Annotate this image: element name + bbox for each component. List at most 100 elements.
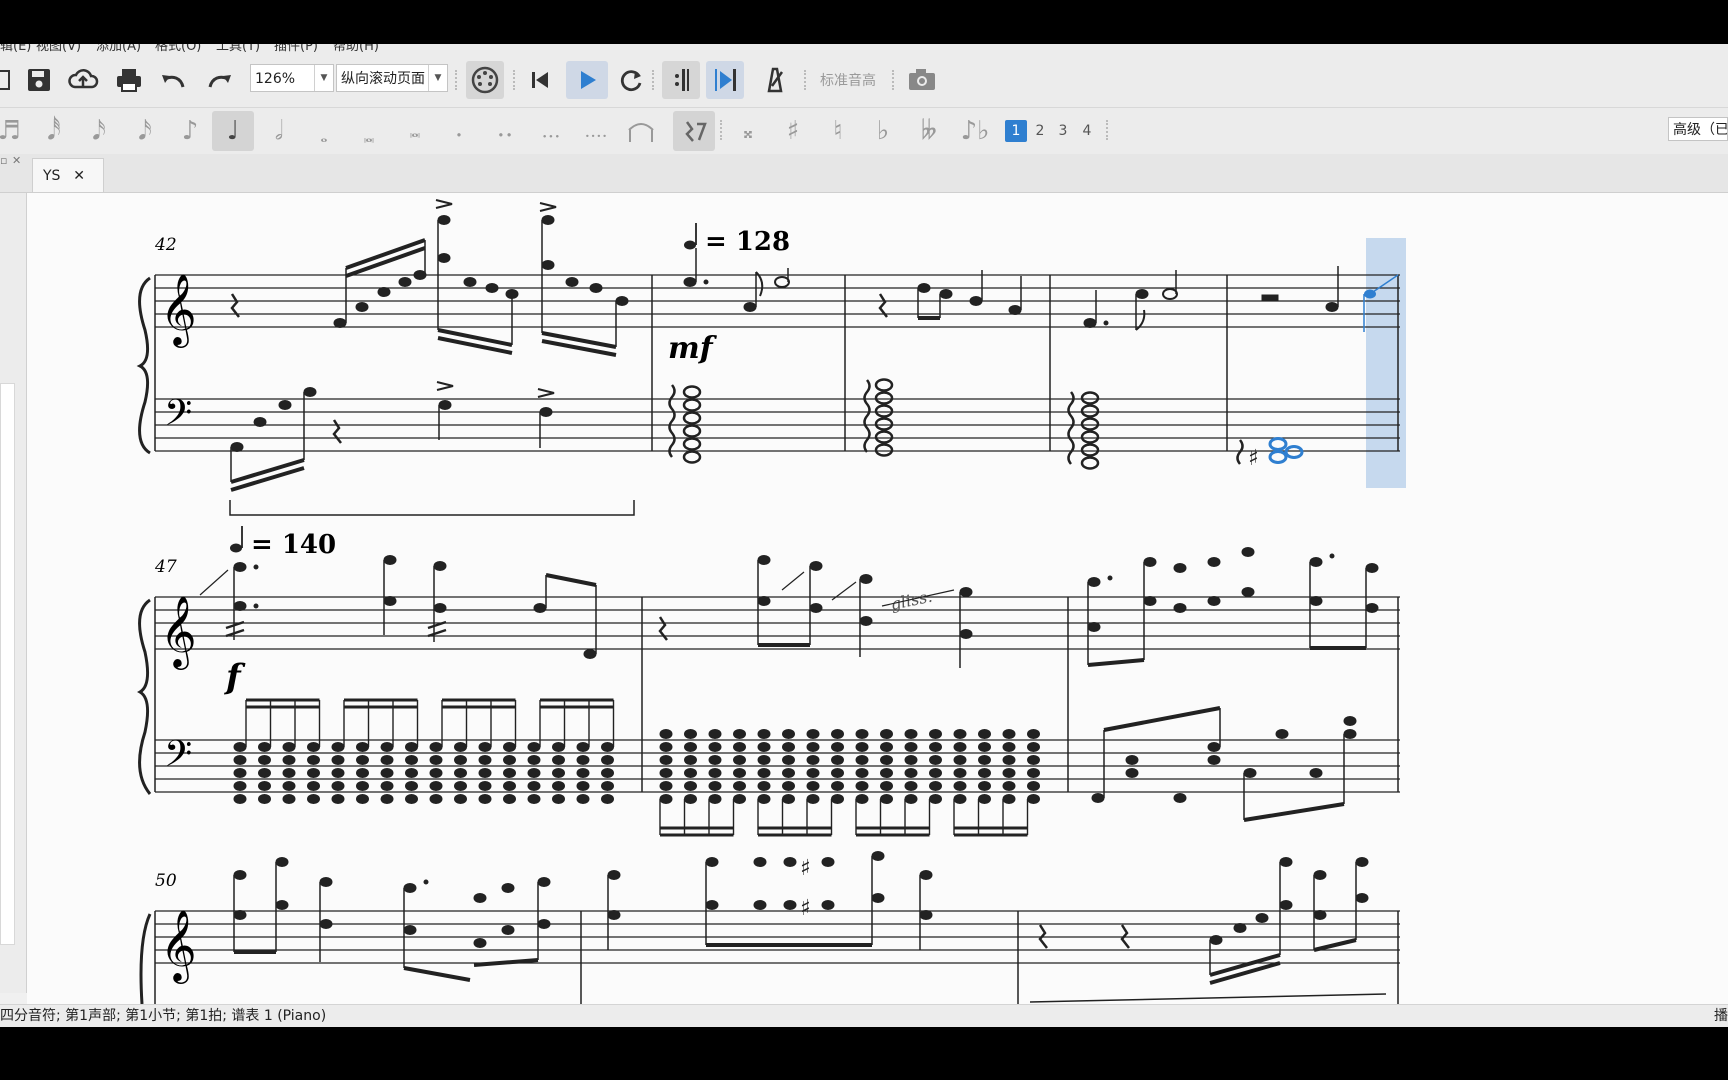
duration-whole-icon[interactable]: 𝅝: [303, 111, 345, 151]
bass-chord-mark: [978, 781, 991, 791]
bass-chord-mark: [880, 794, 893, 804]
barlines: [154, 911, 1399, 1004]
menu-view[interactable]: 视图(V): [36, 44, 81, 53]
duration-16th-icon[interactable]: 𝅘𝅥𝅯: [124, 111, 166, 151]
duration-quarter-icon[interactable]: ♩: [212, 111, 254, 151]
duration-32nd-icon[interactable]: 𝅘𝅥𝅯: [78, 111, 120, 151]
bass-chord-mark: [831, 755, 844, 765]
tempo-marking-128: = 128: [684, 223, 790, 257]
duration-64th-icon[interactable]: 𝅘𝅥𝅰: [33, 111, 75, 151]
duration-half-icon[interactable]: 𝅗𝅥: [258, 111, 300, 151]
palette-float-icon[interactable]: ▫: [0, 154, 7, 167]
dot-icon[interactable]: ·: [438, 111, 480, 151]
bass-chord-mark: [331, 794, 345, 804]
bass-chord-mark: [978, 729, 991, 739]
bass-chord-mark: [831, 794, 844, 804]
menu-help[interactable]: 帮助(H): [333, 44, 379, 53]
duration-longa-icon[interactable]: 𝅜: [394, 111, 436, 151]
rest-icon[interactable]: [673, 111, 715, 151]
undo-icon[interactable]: [155, 61, 193, 99]
quadruple-dot-icon[interactable]: ····: [575, 111, 617, 151]
bass-chord-mark: [953, 729, 967, 739]
bass-chord-mark: [405, 781, 418, 791]
triple-dot-icon[interactable]: ···: [530, 111, 572, 151]
menu-format[interactable]: 格式(O): [155, 44, 201, 53]
double-flat-icon[interactable]: 𝄫: [908, 111, 950, 151]
loop-icon[interactable]: [612, 61, 650, 99]
bass-chord-mark: [659, 781, 673, 791]
print-icon[interactable]: [110, 61, 148, 99]
redo-icon[interactable]: [200, 61, 238, 99]
zoom-combobox[interactable]: 126% ▼: [250, 64, 334, 92]
bass-chord-mark: [307, 742, 320, 752]
bass-chord-mark: [331, 742, 345, 752]
bass-chord-mark: [757, 742, 771, 752]
bass-chord-mark: [953, 755, 967, 765]
bass-chord-mark: [733, 781, 746, 791]
bass-chord-mark: [478, 768, 492, 778]
bass-chord-mark: [782, 794, 795, 804]
score-canvas[interactable]: 42 𝄞 𝄢 = 128 mf ♯ 47 𝄞 𝄢 = 140 f gliss. …: [27, 193, 1728, 1004]
view-mode-combobox[interactable]: 纵向滚动页面 ▼: [336, 64, 448, 92]
bass-chord-mark: [978, 768, 991, 778]
bass-chord-mark: [233, 755, 247, 765]
concert-pitch-button[interactable]: 标准音高: [820, 70, 876, 90]
bass-chord-mark: [659, 742, 673, 752]
workspace-combobox[interactable]: 高级（已: [1668, 117, 1728, 141]
menu-tools[interactable]: 工具(T): [216, 44, 260, 53]
bass-clef-icon: 𝄢: [164, 392, 192, 443]
flip-direction-icon[interactable]: ♪♭: [954, 111, 996, 151]
status-bar: 四分音符; 第1声部; 第1小节; 第1拍; 谱表 1 (Piano) 播: [0, 1004, 1728, 1027]
score-svg: 42 𝄞 𝄢 = 128 mf ♯ 47 𝄞 𝄢 = 140 f gliss. …: [136, 199, 1406, 1004]
menu-add[interactable]: 添加(A): [96, 44, 141, 53]
camera-icon[interactable]: [903, 61, 941, 99]
chevron-down-icon[interactable]: ▼: [428, 65, 447, 91]
bass-chord-mark: [904, 742, 918, 752]
bass-staff: [155, 398, 1400, 452]
bass-chord-pattern-47: [233, 698, 1040, 837]
bass-chord-mark: [503, 742, 516, 752]
palette-list[interactable]: [0, 383, 15, 945]
bass-chord-mark: [282, 742, 296, 752]
voice-3-button[interactable]: 3: [1052, 120, 1074, 142]
close-icon[interactable]: ✕: [12, 154, 21, 167]
midi-input-icon[interactable]: [466, 61, 504, 99]
loop-in-icon[interactable]: [662, 61, 700, 99]
natural-icon[interactable]: ♮: [817, 111, 859, 151]
duration-128th-icon[interactable]: ♬: [0, 111, 30, 151]
metronome-icon[interactable]: [755, 61, 793, 99]
menu-edit[interactable]: 辑(E): [0, 44, 31, 53]
pedal-bracket: [229, 500, 635, 516]
voice-2-button[interactable]: 2: [1029, 120, 1051, 142]
bass-chord-mark: [380, 742, 394, 752]
voice-1-button[interactable]: 1: [1005, 120, 1027, 142]
loop-out-icon[interactable]: [706, 61, 744, 99]
bass-chord-mark: [929, 755, 942, 765]
bass-chord-mark: [733, 794, 746, 804]
toolbar-separator: [1106, 120, 1110, 140]
save-icon[interactable]: [20, 61, 58, 99]
duration-breve-icon[interactable]: 𝅜: [348, 111, 390, 151]
tab-ys[interactable]: YS ✕: [32, 158, 104, 192]
close-icon[interactable]: ✕: [73, 159, 85, 193]
upload-icon[interactable]: [64, 61, 102, 99]
voice-4-button[interactable]: 4: [1076, 120, 1098, 142]
sharp-icon[interactable]: ♯: [772, 111, 814, 151]
bass-chord-mark: [708, 729, 722, 739]
menu-plugins[interactable]: 插件(P): [274, 44, 318, 53]
bass-chord-mark: [258, 768, 271, 778]
bass-chord-mark: [331, 781, 345, 791]
new-file-icon[interactable]: [0, 61, 18, 99]
rewind-icon[interactable]: [521, 61, 559, 99]
double-dot-icon[interactable]: ··: [484, 111, 526, 151]
tie-icon[interactable]: [620, 111, 662, 151]
duration-eighth-icon[interactable]: ♪: [169, 111, 211, 151]
chevron-down-icon[interactable]: ▼: [314, 65, 333, 91]
flat-icon[interactable]: ♭: [862, 111, 904, 151]
bass-chord-mark: [806, 794, 820, 804]
bass-chord-mark: [258, 755, 271, 765]
double-sharp-icon[interactable]: 𝄪: [727, 111, 769, 151]
bass-chord-mark: [978, 742, 991, 752]
play-icon[interactable]: [566, 61, 608, 99]
bass-chord-mark: [552, 781, 565, 791]
